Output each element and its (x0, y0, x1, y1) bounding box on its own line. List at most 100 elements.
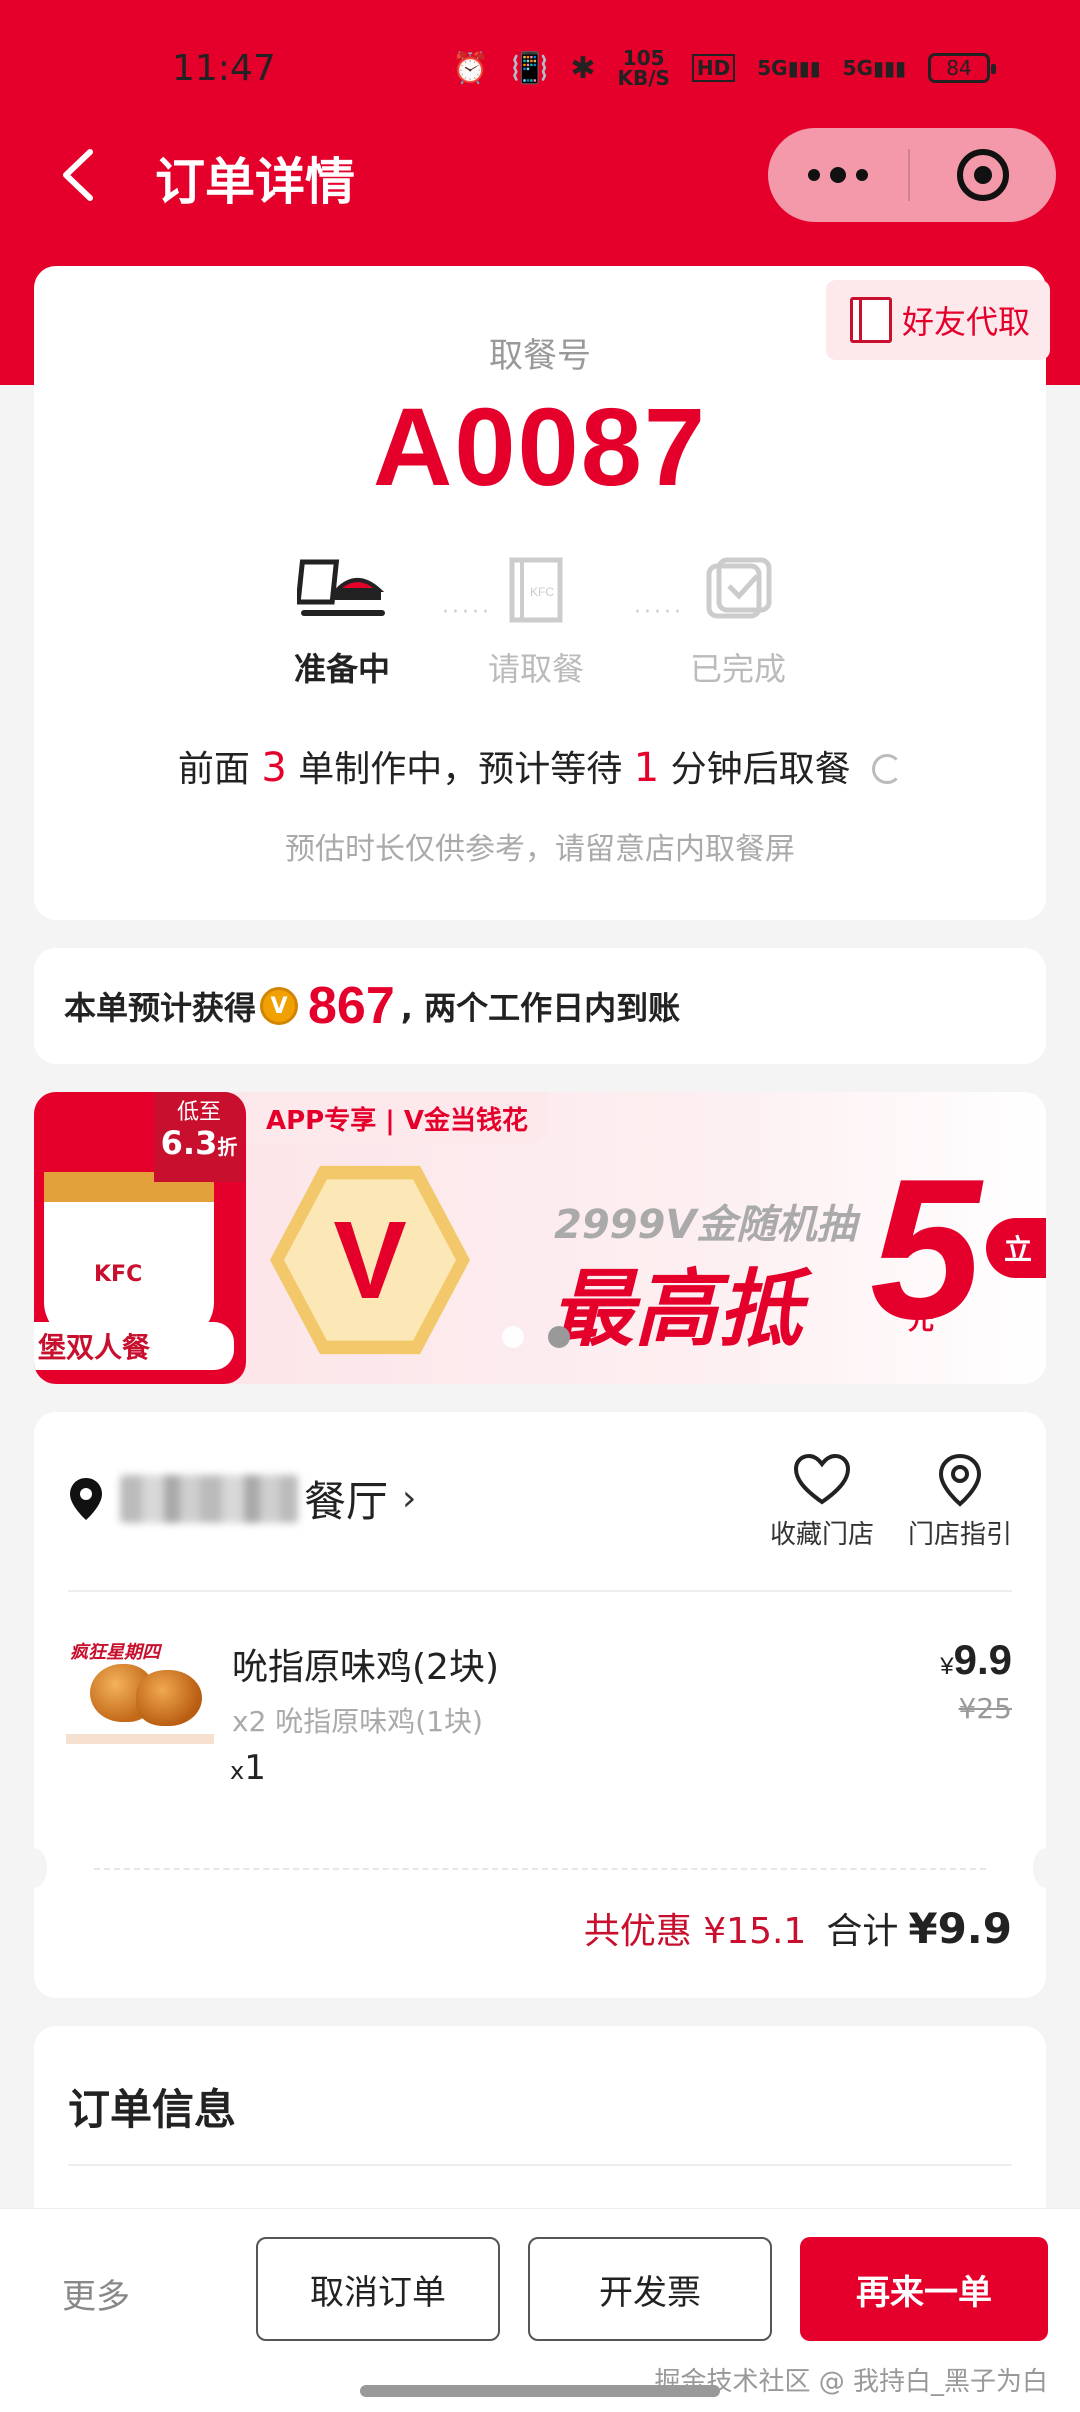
wait-note: 预估时长仅供参考，请留意店内取餐屏 (285, 832, 795, 867)
location-pin-icon (70, 1477, 102, 1520)
svg-text:KFC: KFC (530, 585, 554, 599)
step-label: 已完成 (689, 650, 786, 688)
pickup-number: A0087 (372, 386, 708, 509)
discount-unit: 折 (217, 1135, 238, 1159)
store-name-blurred (120, 1474, 298, 1523)
favorite-store-button[interactable]: 收藏门店 (762, 1452, 882, 1551)
order-info-title: 订单信息 (68, 2085, 237, 2134)
dashed-divider (94, 1868, 986, 1870)
reorder-button[interactable]: 再来一单 (800, 2237, 1048, 2341)
step-preparing: 准备中 (262, 556, 422, 690)
favorite-store-label: 收藏门店 (769, 1520, 874, 1550)
signal-icon-2: 5G▮▮▮ (842, 56, 906, 80)
alarm-icon: ⏰ (451, 50, 489, 86)
store-name-suffix: 餐厅 (304, 1477, 389, 1526)
step-label: 请取餐 (487, 650, 584, 688)
price-currency: ¥ (940, 1653, 954, 1680)
more-dot-icon (856, 169, 868, 181)
bottom-action-bar: 更多 取消订单 开发票 再来一单 掘金技术社区 @ 我持白_黑子为白 (0, 2208, 1080, 2412)
chicken-bucket-icon (44, 1172, 214, 1342)
step-label: 准备中 (293, 650, 390, 688)
signal-label-1: 5G (757, 56, 788, 80)
product-quantity: x1 (230, 1748, 266, 1788)
mini-program-capsule (768, 128, 1056, 222)
carousel-indicator (502, 1326, 570, 1348)
carousel-dot-active[interactable] (548, 1326, 570, 1348)
product-subitem: x2 吮指原味鸡(1块) (232, 1705, 483, 1738)
back-arrow-icon (63, 149, 93, 201)
refresh-icon[interactable] (872, 754, 903, 784)
more-menu-button[interactable] (768, 128, 908, 222)
ticket-notch (21, 1848, 47, 1888)
hd-icon: HD (691, 54, 736, 82)
points-suffix: , 两个工作日内到账 (400, 989, 681, 1027)
cancel-order-button[interactable]: 取消订单 (256, 2237, 500, 2341)
order-card: 餐厅 › 收藏门店 门店指引 疯狂星期四 吮指原味鸡(2块) x2 吮指原味鸡(… (21, 1412, 1059, 1998)
back-button[interactable] (54, 140, 104, 210)
battery-icon: 84 (928, 53, 996, 83)
close-mini-program-button[interactable] (910, 149, 1056, 201)
v-coin-icon: V (260, 987, 299, 1025)
discount-tag: 低至 6.3折 (154, 1092, 244, 1182)
status-time: 11:47 (172, 48, 276, 89)
product-image[interactable]: 疯狂星期四 (66, 1634, 214, 1750)
points-prefix: 本单预计获得 (64, 989, 257, 1027)
ticket-notch (1033, 1848, 1059, 1888)
store-link[interactable]: 餐厅 › (68, 1468, 416, 1529)
total-label: 合计 (826, 1911, 899, 1952)
divider (68, 1590, 1012, 1592)
net-speed-unit: KB/S (617, 66, 670, 90)
product-image-strip (66, 1734, 214, 1744)
discount-top: 低至 (176, 1100, 221, 1125)
pickup-bag-icon: KFC (509, 557, 563, 623)
chevron-right-icon: › (402, 1478, 417, 1519)
wait-minutes: 1 (633, 745, 660, 791)
more-dot-icon (830, 167, 846, 183)
price-value: 9.9 (953, 1636, 1012, 1683)
step-completed: 已完成 (658, 556, 818, 690)
hex-letter: V (333, 1198, 407, 1322)
store-guide-label: 门店指引 (907, 1520, 1012, 1550)
orders-ahead-count: 3 (261, 745, 287, 791)
page-title: 订单详情 (155, 153, 355, 211)
wait-middle: 单制作中，预计等待 (298, 749, 623, 790)
more-dot-icon (808, 169, 820, 181)
more-options-link[interactable]: 更多 (62, 2269, 130, 2318)
status-bar: 11:47 ⏰ 📳 ✱ 105 KB/S HD 5G▮▮▮ 5G▮▮▮ 84 (0, 0, 1080, 130)
vibrate-icon: 📳 (510, 50, 549, 86)
signal-icon-1: 5G▮▮▮ (757, 56, 821, 80)
order-progress-steps: 准备中 ····· KFC 请取餐 ····· 已完成 (34, 556, 1046, 706)
order-total-row: 共优惠 ¥15.1 合计 ¥9.9 (584, 1902, 1012, 1954)
banner-unit: 元 (908, 1306, 935, 1336)
carousel-dot[interactable] (502, 1326, 524, 1348)
banner-go-button[interactable]: 立 (986, 1218, 1046, 1278)
status-icons: ⏰ 📳 ✱ 105 KB/S HD 5G▮▮▮ 5G▮▮▮ 84 (451, 48, 996, 88)
step-ready: KFC 请取餐 (456, 556, 616, 690)
qty-value: 1 (244, 1748, 266, 1788)
total-value: ¥9.9 (908, 1904, 1012, 1953)
bluetooth-icon: ✱ (570, 50, 596, 86)
map-pin-icon (938, 1453, 982, 1507)
qty-prefix: x (230, 1757, 245, 1785)
pickup-card: 好友代取 取餐号 A0087 准备中 ····· KFC 请取餐 ····· 已… (34, 266, 1050, 920)
total-savings: 共优惠 ¥15.1 (583, 1911, 807, 1952)
wait-estimate: 前面 3 单制作中，预计等待 1 分钟后取餐 (34, 740, 1046, 792)
v-gold-hexagon-icon: V (270, 1165, 470, 1355)
combo-label: 堡双人餐 (34, 1322, 234, 1370)
app-exclusive-tag: APP专享 | V金当钱花 (246, 1092, 548, 1144)
store-guide-button[interactable]: 门店指引 (900, 1452, 1020, 1551)
product-original-price: ¥25 (958, 1692, 1012, 1725)
home-indicator[interactable] (360, 2385, 720, 2397)
wait-suffix: 分钟后取餐 (670, 749, 851, 790)
banner-left-promo[interactable]: 低至 6.3折 堡双人餐 (34, 1092, 246, 1384)
completed-check-icon (706, 557, 772, 619)
product-price: ¥9.9 (940, 1636, 1012, 1684)
divider (68, 2164, 1012, 2166)
invoice-button[interactable]: 开发票 (528, 2237, 772, 2341)
points-amount: 867 (308, 977, 395, 1035)
promo-banner[interactable]: 低至 6.3折 堡双人餐 APP专享 | V金当钱花 V 2999V金随机抽 最… (34, 1092, 1046, 1384)
net-speed: 105 KB/S (617, 48, 669, 88)
burger-meal-icon (295, 559, 385, 616)
points-card: 本单预计获得 V 867 , 两个工作日内到账 (34, 948, 1046, 1064)
product-name: 吮指原味鸡(2块) (232, 1647, 499, 1688)
